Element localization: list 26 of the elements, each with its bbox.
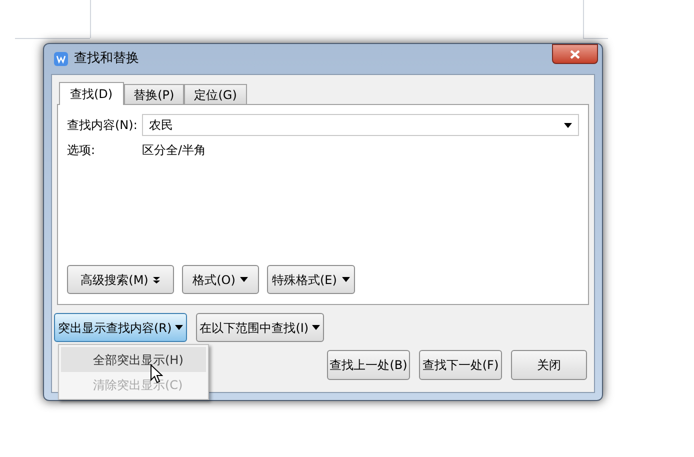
close-button[interactable] bbox=[552, 44, 598, 64]
tab[interactable]: 替换(P) bbox=[124, 84, 184, 104]
find-label: 查找内容(N): bbox=[67, 117, 138, 134]
double-arrow-icon bbox=[153, 276, 160, 284]
dropdown-button[interactable]: 在以下范围中查找(I) bbox=[196, 313, 324, 342]
window-title: 查找和替换 bbox=[74, 50, 139, 68]
tab[interactable]: 查找(D) bbox=[59, 82, 124, 105]
dropdown-arrow-icon bbox=[342, 277, 350, 282]
dialog-button[interactable]: 查找上一处(B) bbox=[327, 350, 410, 380]
dropdown-button[interactable]: 高级搜索(M) bbox=[67, 265, 174, 294]
app-icon bbox=[54, 52, 68, 66]
close-icon bbox=[570, 50, 580, 58]
options-value: 区分全/半角 bbox=[142, 142, 206, 159]
dropdown-arrow-icon bbox=[564, 122, 572, 128]
dropdown-arrow-icon bbox=[174, 325, 183, 330]
dropdown-button[interactable]: 突出显示查找内容(R) bbox=[54, 313, 187, 342]
find-field[interactable]: 农民 bbox=[142, 114, 579, 136]
dropdown-button[interactable]: 特殊格式(E) bbox=[267, 265, 355, 294]
dropdown-button[interactable]: 格式(O) bbox=[182, 265, 259, 294]
menu-item[interactable]: 全部突出显示(H) bbox=[61, 347, 206, 372]
dialog-button[interactable]: 查找下一处(F) bbox=[419, 350, 502, 380]
dropdown-arrow-icon bbox=[312, 325, 320, 330]
options-label: 选项: bbox=[67, 142, 96, 159]
tab[interactable]: 定位(G) bbox=[184, 84, 247, 104]
dropdown-arrow-icon bbox=[240, 277, 248, 282]
dialog-button[interactable]: 关闭 bbox=[511, 350, 587, 380]
